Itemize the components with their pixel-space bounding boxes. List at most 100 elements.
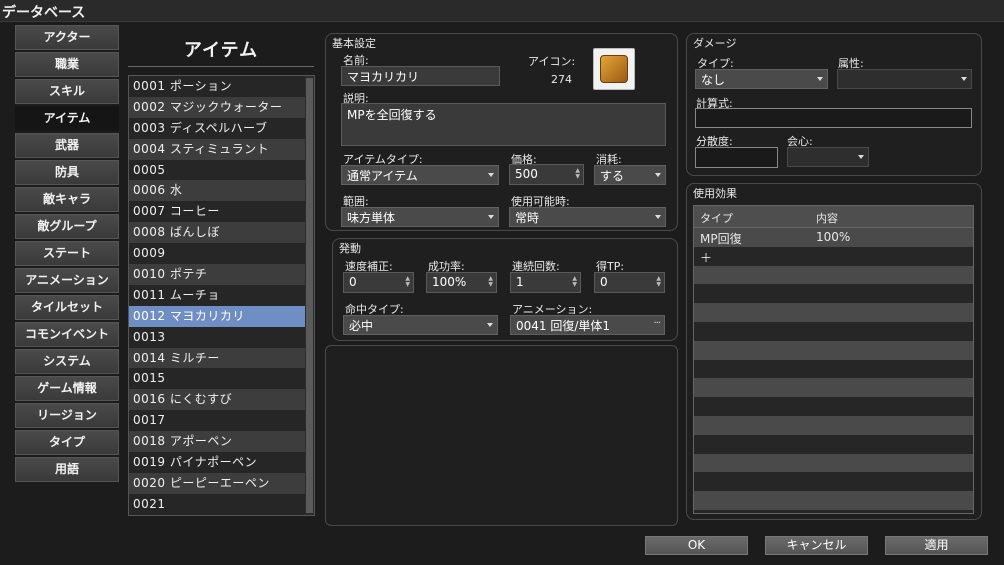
table-row[interactable] — [694, 434, 973, 454]
tp-stepper[interactable]: 0 ▲ ▼ — [594, 272, 665, 293]
table-row[interactable] — [694, 303, 973, 322]
table-row[interactable] — [694, 397, 973, 416]
hit-type-dropdown[interactable]: 必中 — [343, 315, 498, 335]
list-item[interactable]: 0016 にくむすび — [129, 389, 314, 411]
effects-table[interactable]: タイプ 内容 MP回復 100% ＋ — [693, 205, 974, 514]
chevron-down-icon — [487, 323, 493, 327]
list-item[interactable]: 0010 ポテチ — [129, 264, 314, 285]
list-item[interactable]: 0003 ディスペルハーブ — [129, 117, 314, 139]
category-item[interactable]: 防具 — [15, 160, 119, 185]
occasion-dropdown[interactable]: 常時 — [509, 207, 666, 227]
item-list[interactable]: 0001 ポーション 0002 マジックウォーター 0003 ディスペルハーブ 000… — [128, 75, 315, 516]
category-item[interactable]: アクター — [15, 25, 119, 50]
list-item[interactable]: 0017 — [129, 410, 314, 432]
effect-type: ＋ — [700, 250, 713, 265]
animation-picker[interactable]: 0041 回復/単体1 ··· — [510, 315, 665, 335]
damage-type-value: なし — [701, 73, 726, 87]
table-row[interactable] — [694, 284, 973, 304]
effect-content: 100% — [816, 230, 851, 244]
hit-type-value: 必中 — [349, 319, 374, 333]
repeats-stepper[interactable]: 1 ▲ ▼ — [510, 272, 581, 293]
cancel-button[interactable]: キャンセル — [765, 536, 868, 555]
chevron-down-icon — [488, 173, 494, 177]
spin-arrows-icon: ▲ ▼ — [575, 167, 580, 180]
category-item[interactable]: アイテム — [15, 106, 119, 131]
table-row[interactable] — [694, 491, 973, 510]
title-bar: データベース — [0, 0, 1004, 22]
ok-button[interactable]: OK — [645, 536, 748, 555]
scope-dropdown[interactable]: 味方単体 — [341, 207, 499, 227]
category-item[interactable]: 用語 — [15, 457, 119, 482]
category-item[interactable]: 敵キャラ — [15, 187, 119, 212]
category-item[interactable]: システム — [15, 349, 119, 374]
success-stepper[interactable]: 100% ▲ ▼ — [426, 272, 497, 293]
invocation-title: 発動 — [339, 242, 361, 255]
table-row[interactable] — [694, 453, 973, 473]
list-item[interactable]: 0015 — [129, 368, 314, 390]
price-stepper[interactable]: 500 ▲ ▼ — [509, 164, 584, 185]
table-row[interactable] — [694, 340, 973, 360]
list-item[interactable]: 0013 — [129, 326, 314, 348]
table-row[interactable] — [694, 265, 973, 285]
table-row[interactable] — [694, 321, 973, 341]
list-item[interactable]: 0012 マヨカリカリ — [129, 305, 314, 327]
table-row[interactable] — [694, 415, 973, 435]
table-row[interactable]: ＋ — [694, 246, 973, 266]
item-type-dropdown[interactable]: 通常アイテム — [341, 165, 499, 185]
category-item[interactable]: タイルセット — [15, 295, 119, 320]
apply-button[interactable]: 適用 — [885, 536, 988, 555]
variance-field[interactable] — [695, 147, 778, 168]
item-bag-icon[interactable] — [593, 48, 635, 90]
list-item[interactable]: 0007 コーヒー — [129, 201, 314, 223]
consume-dropdown[interactable]: する — [594, 165, 666, 185]
category-item[interactable]: コモンイベント — [15, 322, 119, 347]
animation-value: 0041 回復/単体1 — [516, 319, 611, 333]
item-type-value: 通常アイテム — [347, 169, 418, 183]
list-item[interactable]: 0020 ピーピーエーペン — [129, 472, 314, 494]
category-item[interactable]: アニメーション — [15, 268, 119, 293]
critical-dropdown[interactable] — [787, 147, 869, 167]
speed-stepper[interactable]: 0 ▲ ▼ — [343, 272, 414, 293]
damage-type-dropdown[interactable]: なし — [695, 69, 828, 89]
category-item[interactable]: ゲーム情報 — [15, 376, 119, 401]
category-item[interactable]: タイプ — [15, 430, 119, 455]
category-item[interactable]: 職業 — [15, 52, 119, 77]
name-field[interactable]: マヨカリカリ — [341, 66, 500, 86]
list-item[interactable]: 0002 マジックウォーター — [129, 96, 314, 118]
occasion-value: 常時 — [515, 211, 540, 225]
item-list-scrollbar[interactable] — [305, 76, 314, 515]
category-item[interactable]: スキル — [15, 79, 119, 104]
table-row[interactable]: MP回復 100% — [694, 228, 973, 247]
element-dropdown[interactable] — [837, 69, 972, 89]
speed-value: 0 — [349, 275, 357, 289]
consume-value: する — [600, 169, 625, 183]
list-item[interactable]: 0009 — [129, 243, 314, 265]
category-item[interactable]: 敵グループ — [15, 214, 119, 239]
formula-field[interactable] — [695, 108, 972, 128]
table-row[interactable] — [694, 472, 973, 492]
chevron-down-icon — [858, 155, 864, 159]
effect-type: MP回復 — [700, 232, 742, 246]
list-item[interactable]: 0005 — [129, 159, 314, 181]
table-row[interactable] — [694, 378, 973, 398]
scrollbar-thumb[interactable] — [306, 78, 313, 513]
table-row[interactable] — [694, 359, 973, 379]
list-item[interactable]: 0014 ミルチー — [129, 347, 314, 369]
list-item[interactable]: 0019 パイナポーペン — [129, 452, 314, 473]
success-value: 100% — [432, 275, 467, 289]
list-item[interactable]: 0008 ばんしぼ — [129, 222, 314, 244]
category-item[interactable]: リージョン — [15, 403, 119, 428]
description-field[interactable]: MPを全回復する — [341, 103, 666, 146]
category-item[interactable]: ステート — [15, 241, 119, 266]
list-item[interactable]: 0006 水 — [129, 180, 314, 202]
list-item[interactable]: 0021 — [129, 493, 314, 515]
list-item[interactable]: 0004 スティミュラント — [129, 138, 314, 160]
ellipsis-icon: ··· — [653, 318, 660, 329]
item-icon-image — [600, 55, 628, 83]
list-item[interactable]: 0001 ポーション — [129, 76, 314, 97]
list-item[interactable]: 0018 アポーペン — [129, 431, 314, 453]
list-item[interactable]: 0011 ムーチョ — [129, 284, 314, 306]
category-item[interactable]: 武器 — [15, 133, 119, 158]
item-list-title: アイテム — [183, 40, 259, 61]
category-sidebar: アクター 職業 スキル アイテム 武器 防具 敵キャラ 敵グループ ステート アニメーション タイル… — [15, 25, 119, 484]
